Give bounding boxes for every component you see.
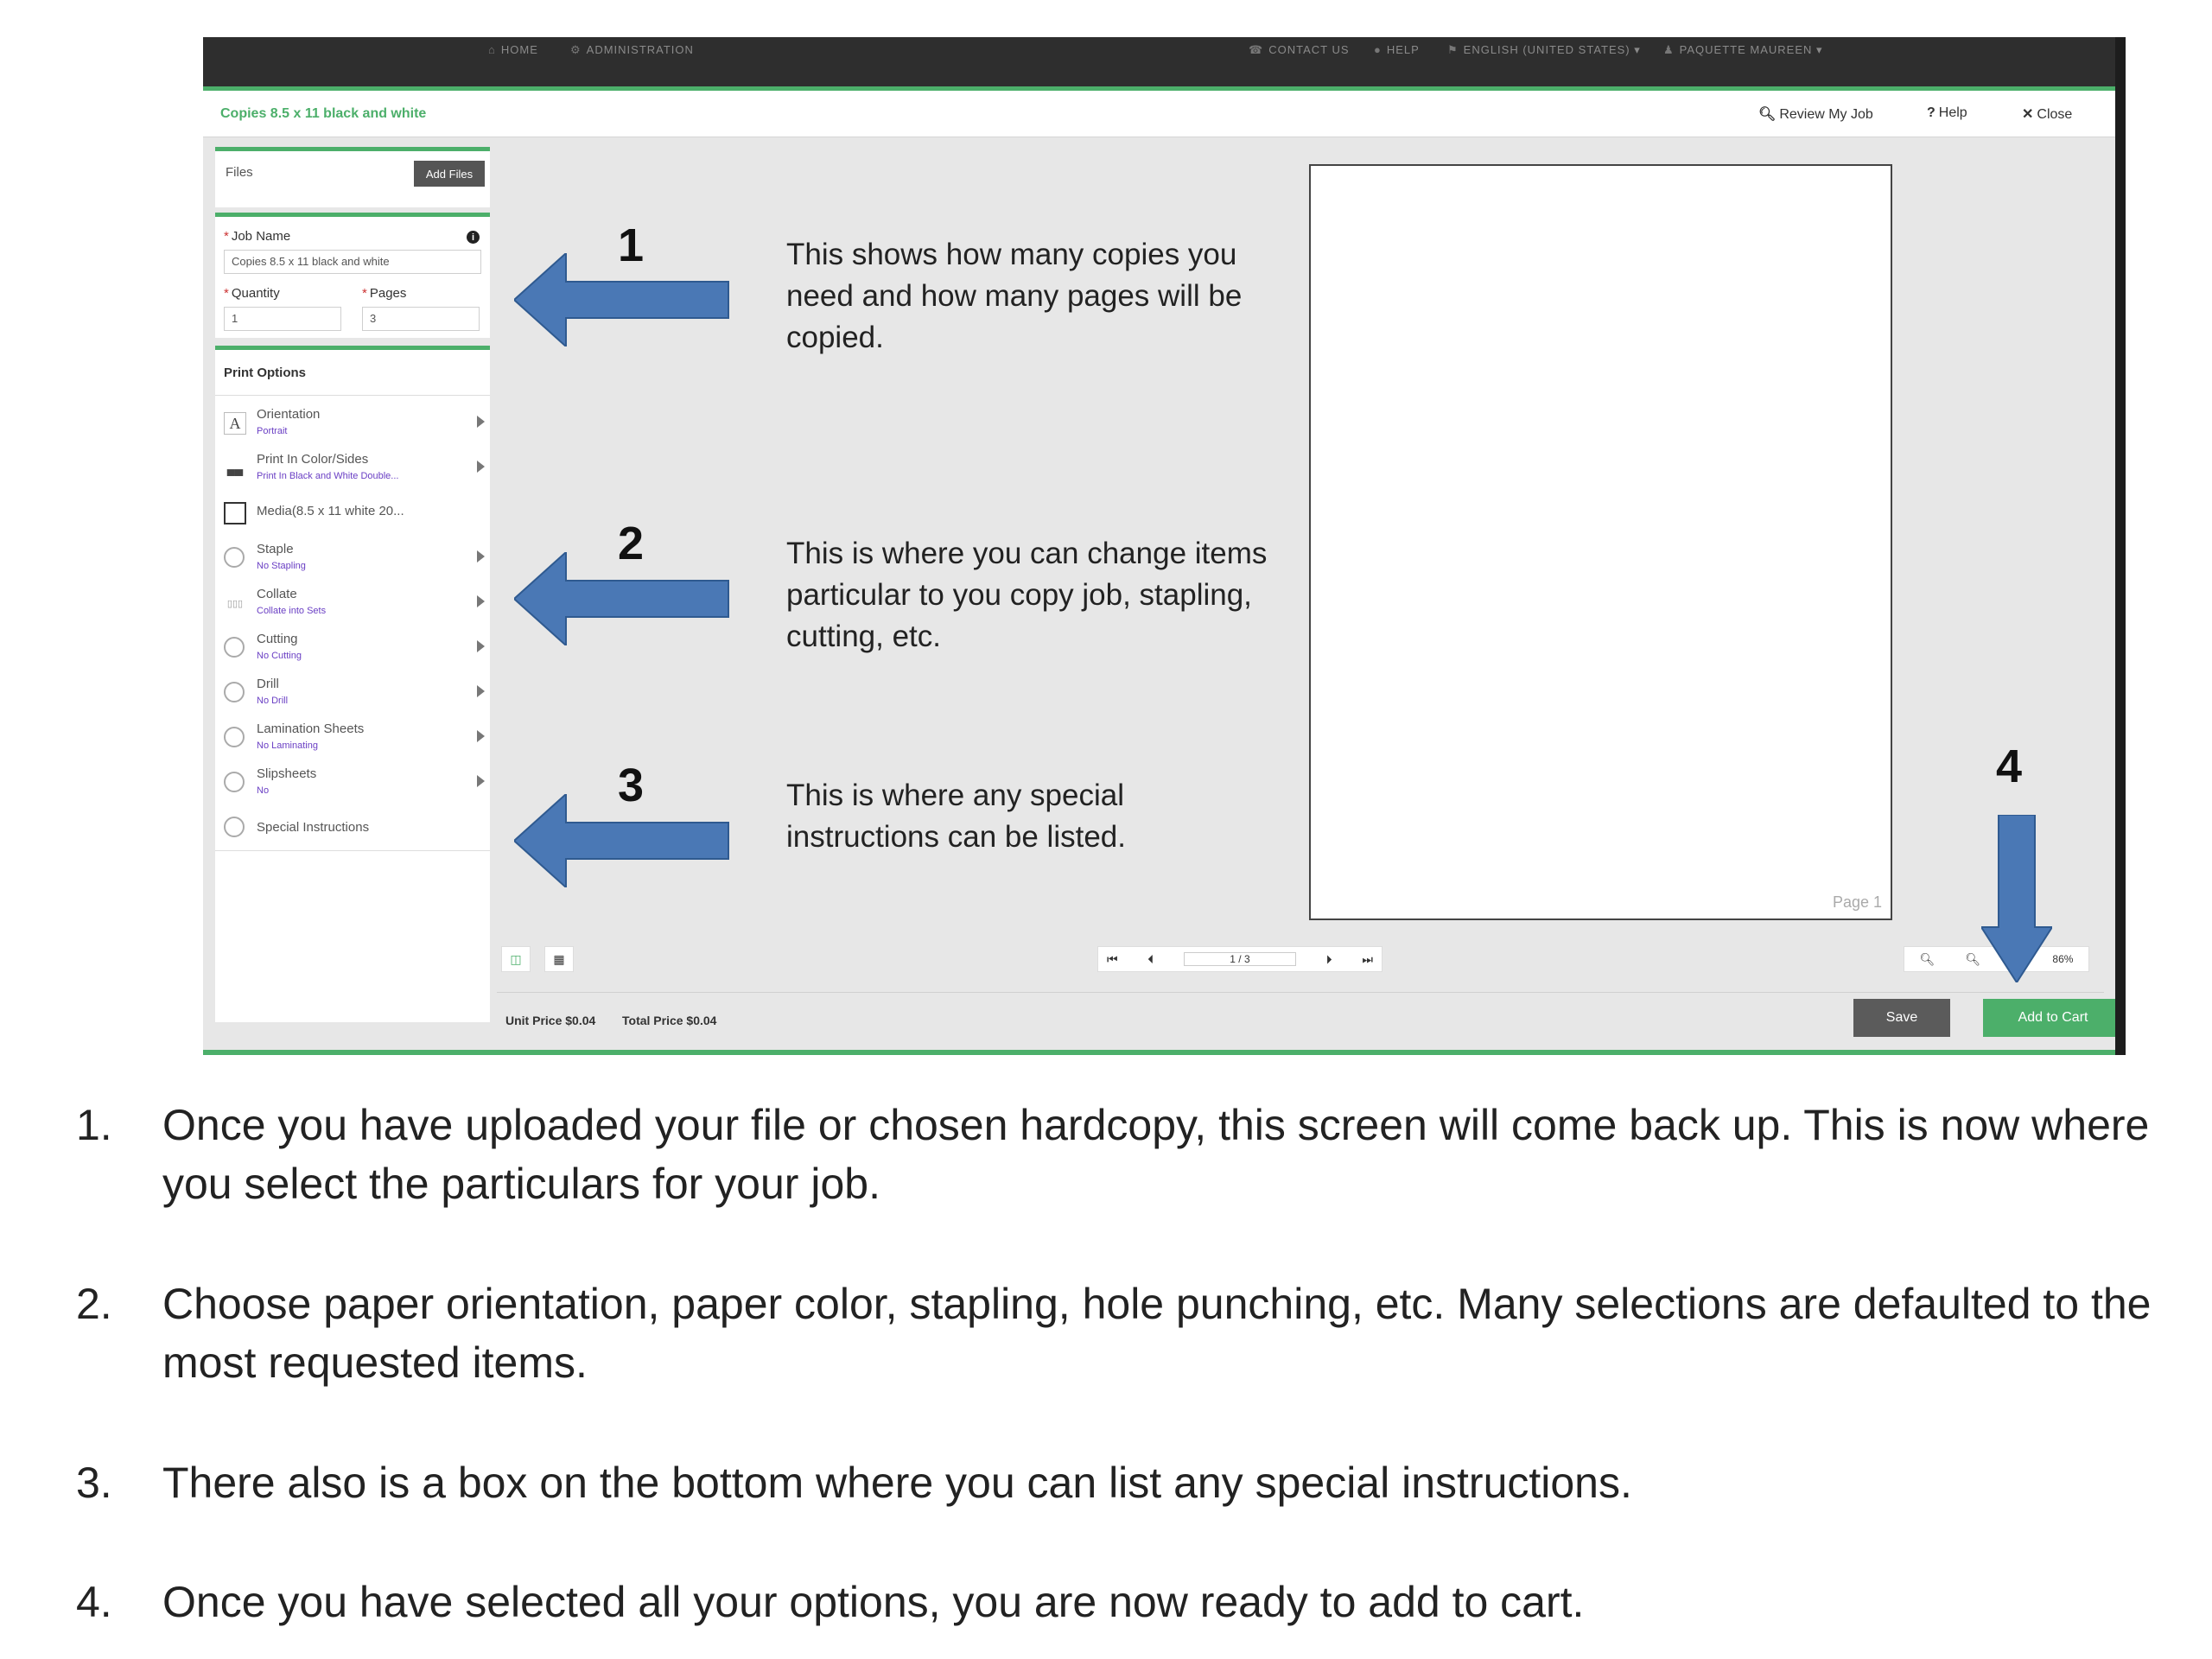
option-drill[interactable]: Drill No Drill	[215, 671, 490, 716]
job-name-label: * Job Name	[224, 229, 291, 244]
last-page-icon[interactable]: ⏭	[1362, 952, 1373, 967]
app-screenshot: ⌂ HOME ⚙ ADMINISTRATION ☎ CONTACT US ● HELP …	[203, 37, 2126, 1055]
accent-bar	[203, 1050, 2115, 1055]
question-circle-icon: ?	[1927, 105, 1936, 120]
top-navigation-bar: ⌂ HOME ⚙ ADMINISTRATION ☎ CONTACT US ● HELP …	[203, 37, 2115, 91]
option-media[interactable]: Media(8.5 x 11 white 20...	[215, 492, 490, 537]
previous-page-icon[interactable]: ⏴	[1147, 952, 1154, 967]
job-header-bar: Copies 8.5 x 11 black and white 🔍︎ Review…	[203, 91, 2115, 137]
pages-input[interactable]: 3	[362, 307, 480, 331]
duplex-icon: ▄▄	[226, 461, 244, 475]
add-to-cart-button[interactable]: Add to Cart	[1983, 999, 2115, 1037]
grid-icon: ▦	[553, 951, 565, 966]
help-icon: ●	[1374, 43, 1382, 56]
gear-icon: ⚙	[570, 43, 582, 56]
callout-text-2: This is where you can change items parti…	[786, 537, 1268, 653]
radio-icon	[224, 682, 245, 702]
media-checkbox-icon	[224, 502, 246, 524]
chevron-right-icon	[477, 685, 485, 697]
nav-home[interactable]: ⌂ HOME	[488, 43, 538, 56]
divider	[497, 992, 2104, 993]
search-icon: 🔍︎	[1758, 107, 1777, 122]
user-icon: ♟	[1663, 43, 1675, 56]
nav-user[interactable]: ♟ PAQUETTE MAUREEN ▾	[1663, 43, 1823, 57]
home-icon: ⌂	[488, 43, 496, 56]
chevron-right-icon	[477, 595, 485, 607]
save-button[interactable]: Save	[1853, 999, 1950, 1037]
next-page-icon[interactable]: ⏵	[1326, 952, 1332, 967]
arrow-left-icon	[514, 552, 729, 645]
close-icon: ✕	[2022, 107, 2034, 122]
zoom-in-icon[interactable]: 🔍︎	[1965, 952, 1980, 967]
arrow-down-icon	[1981, 815, 2052, 982]
nav-language[interactable]: ⚑ ENGLISH (UNITED STATES) ▾	[1447, 43, 1641, 57]
page-number-input[interactable]: 1 / 3	[1183, 952, 1296, 966]
print-options-panel: Print Options A Orientation Portrait ▄▄ …	[215, 346, 490, 1022]
zoom-level: 86%	[2052, 953, 2074, 965]
chevron-right-icon	[477, 416, 485, 428]
info-icon[interactable]: i	[467, 231, 480, 244]
nav-contact-us[interactable]: ☎ CONTACT US	[1249, 43, 1350, 57]
chevron-right-icon	[477, 730, 485, 742]
option-print-color-sides[interactable]: ▄▄ Print In Color/Sides Print In Black a…	[215, 447, 490, 492]
job-name-input[interactable]: Copies 8.5 x 11 black and white	[224, 250, 481, 274]
option-slipsheets[interactable]: Slipsheets No	[215, 761, 490, 806]
option-cutting[interactable]: Cutting No Cutting	[215, 626, 490, 671]
callout-text-1: This shows how many copies you need and …	[786, 238, 1243, 354]
arrow-left-icon	[514, 253, 729, 346]
zoom-out-icon[interactable]: 🔍︎	[1920, 952, 1936, 967]
radio-icon	[224, 637, 245, 658]
chevron-right-icon	[477, 640, 485, 652]
collate-icon: ▯▯▯	[226, 598, 244, 609]
grid-view-button[interactable]: ▦	[544, 946, 574, 972]
radio-icon	[224, 817, 245, 837]
callout-number-4: 4	[1996, 741, 2023, 792]
quantity-input[interactable]: 1	[224, 307, 341, 331]
option-special-instructions[interactable]: Special Instructions	[215, 806, 490, 851]
page-label: Page 1	[1832, 893, 1882, 911]
option-lamination-sheets[interactable]: Lamination Sheets No Laminating	[215, 716, 490, 761]
page-preview: Page 1	[1309, 164, 1892, 920]
divider	[215, 395, 490, 396]
pager: ⏮ ⏴ 1 / 3 ⏵ ⏭	[1097, 946, 1382, 972]
pages-label: * Pages	[362, 286, 407, 301]
files-label: Files	[226, 165, 253, 180]
single-page-icon: ◫	[510, 951, 522, 966]
option-staple[interactable]: Staple No Stapling	[215, 537, 490, 582]
radio-icon	[224, 547, 245, 568]
files-panel: Files Add Files	[215, 147, 490, 207]
chevron-right-icon	[477, 461, 485, 473]
quantity-label: * Quantity	[224, 286, 280, 301]
option-orientation[interactable]: A Orientation Portrait	[215, 402, 490, 447]
callout-text-3: This is where any special instructions c…	[786, 779, 1126, 854]
radio-icon	[224, 727, 245, 747]
review-my-job-link[interactable]: 🔍︎ Review My Job	[1758, 105, 1873, 123]
print-options-heading: Print Options	[224, 365, 306, 380]
single-view-button[interactable]: ◫	[501, 946, 531, 972]
chevron-right-icon	[477, 775, 485, 787]
radio-icon	[224, 772, 245, 792]
help-link[interactable]: ? Help	[1927, 105, 1967, 121]
unit-price: Unit Price $0.04	[505, 1014, 596, 1027]
job-title: Copies 8.5 x 11 black and white	[220, 106, 427, 121]
chevron-right-icon	[477, 550, 485, 563]
arrow-left-icon	[514, 794, 729, 887]
total-price: Total Price $0.04	[622, 1014, 717, 1027]
first-page-icon[interactable]: ⏮	[1107, 952, 1118, 967]
phone-icon: ☎	[1249, 43, 1264, 56]
job-details-panel: * Job Name i Copies 8.5 x 11 black and wh…	[215, 213, 490, 338]
close-link[interactable]: ✕ Close	[2022, 105, 2072, 123]
add-files-button[interactable]: Add Files	[414, 161, 485, 187]
option-collate[interactable]: ▯▯▯ Collate Collate into Sets	[215, 582, 490, 626]
nav-help[interactable]: ● HELP	[1374, 43, 1420, 56]
letter-a-icon: A	[224, 412, 246, 435]
flag-icon: ⚑	[1447, 43, 1459, 56]
nav-administration[interactable]: ⚙ ADMINISTRATION	[570, 43, 694, 57]
